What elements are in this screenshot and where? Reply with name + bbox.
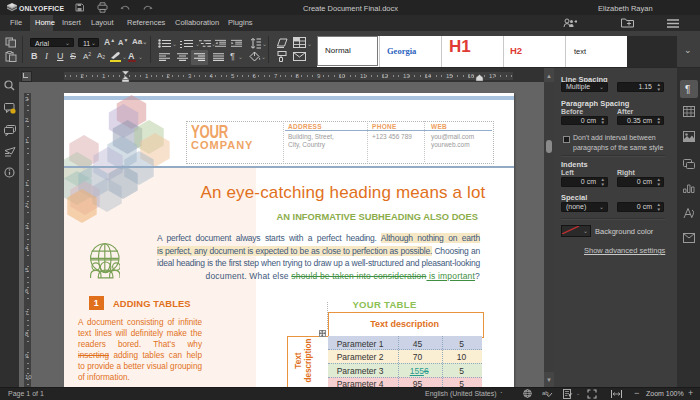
svg-text:ab: ab bbox=[542, 390, 549, 396]
